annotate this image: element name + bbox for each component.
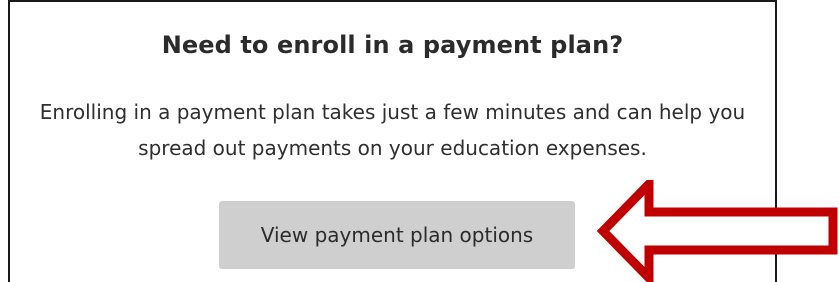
description-line-1: Enrolling in a payment plan takes just a… <box>39 100 746 124</box>
view-payment-plan-options-button[interactable]: View payment plan options <box>219 201 575 269</box>
page: Need to enroll in a payment plan? Enroll… <box>0 0 839 282</box>
description-line-2: spread out payments on your education ex… <box>138 136 647 160</box>
left-arrow-icon <box>597 180 838 282</box>
card-description: Enrolling in a payment plan takes just a… <box>10 94 775 166</box>
card-title: Need to enroll in a payment plan? <box>161 31 624 59</box>
